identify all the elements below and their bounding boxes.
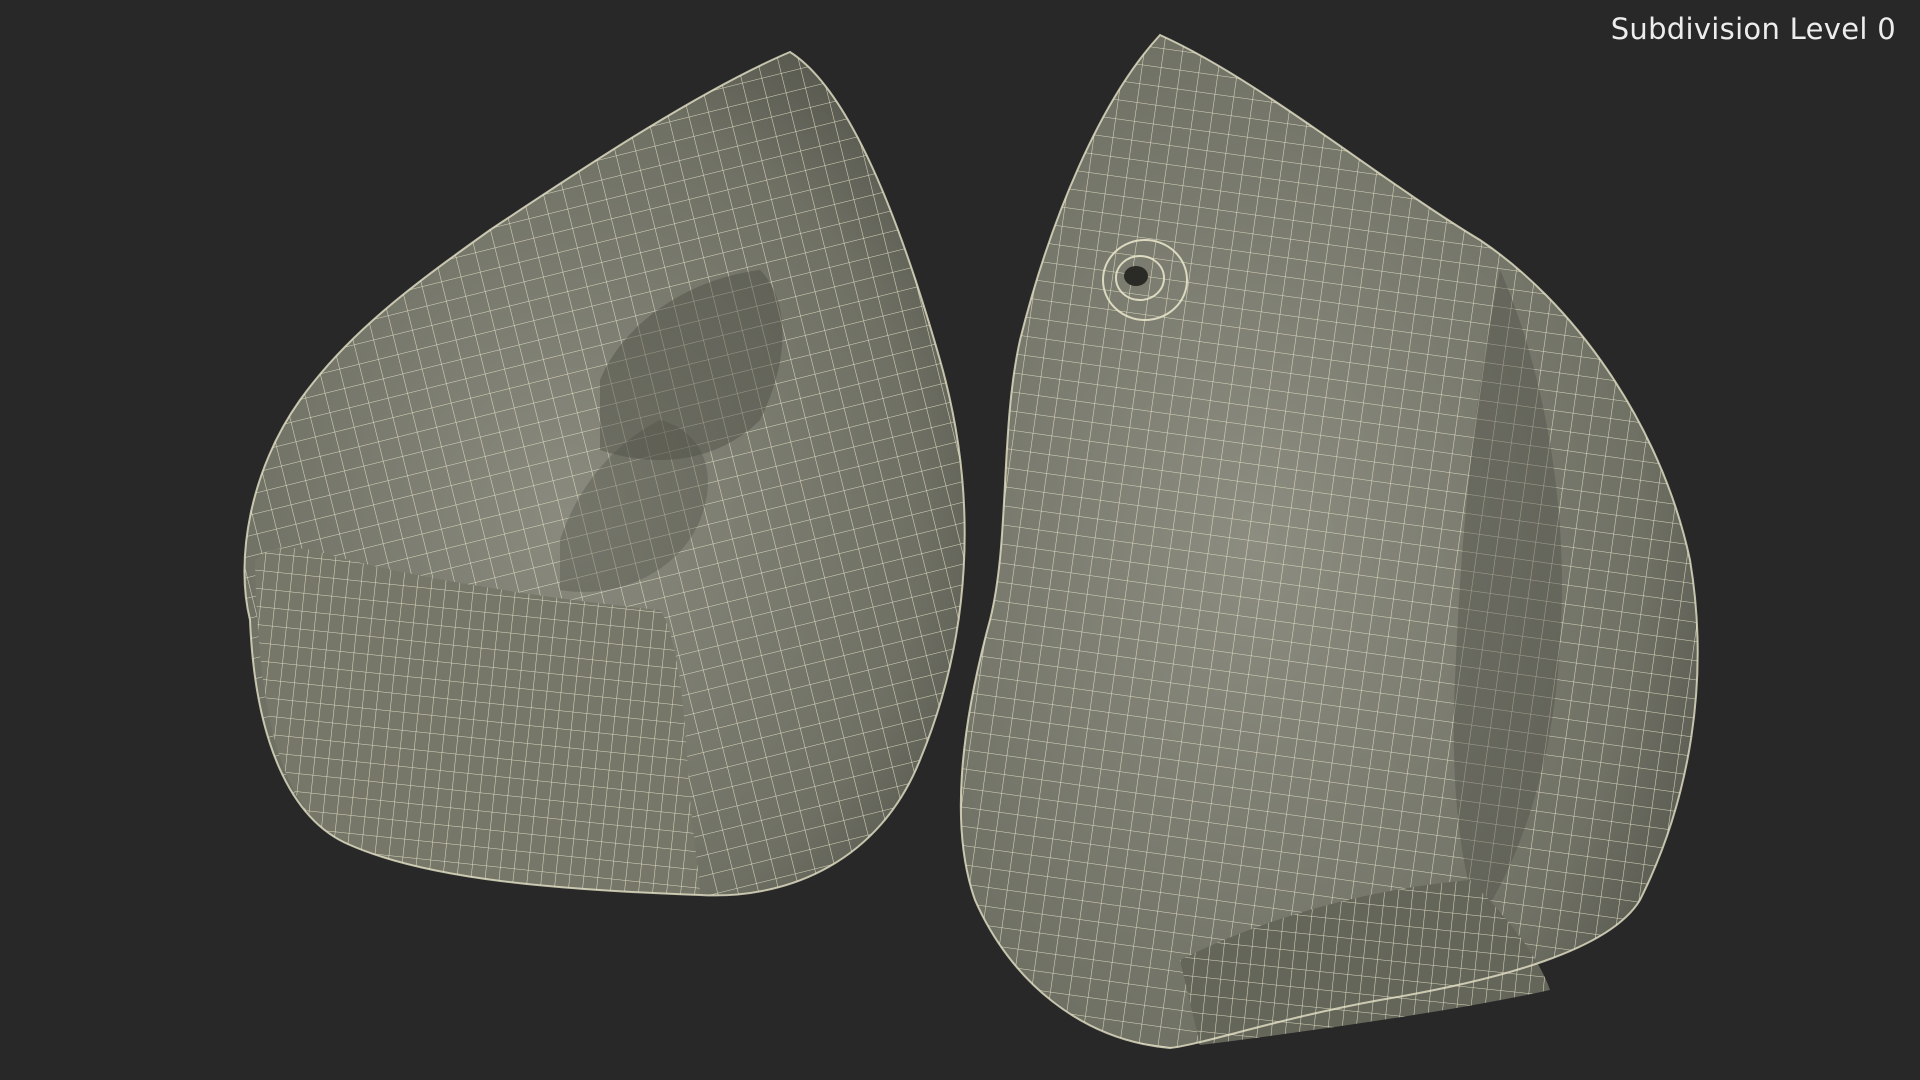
subdivision-level-label: Subdivision Level 0 xyxy=(1610,12,1896,46)
left-armband-mesh xyxy=(243,50,966,897)
right-armband-mesh xyxy=(959,33,1699,1050)
render-viewport xyxy=(0,0,1920,1080)
wireframe-render xyxy=(243,33,1699,1050)
